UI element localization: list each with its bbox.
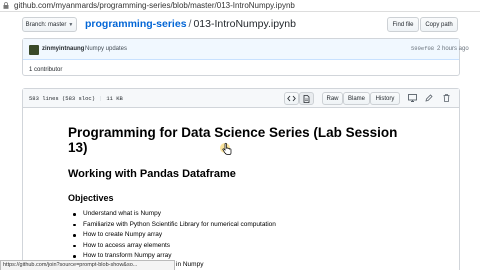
file-line-count: 583 lines (583 sloc) <box>29 95 96 102</box>
avatar[interactable] <box>29 45 39 55</box>
breadcrumb-separator: / <box>188 18 192 30</box>
raw-button[interactable]: Raw <box>322 92 343 105</box>
code-icon <box>287 95 296 102</box>
breadcrumb-file-name: 013-IntroNumpy.ipynb <box>193 18 296 30</box>
latest-commit-bar: zinmyintnaung Numpy updates 599ef08 2 ho… <box>23 39 469 60</box>
trash-icon <box>443 94 449 102</box>
commit-message-link[interactable]: Numpy updates <box>85 44 127 54</box>
notebook-render: Programming for Data Science Series (Lab… <box>23 108 459 270</box>
lock-icon <box>3 2 9 9</box>
edit-file-button[interactable] <box>424 93 434 103</box>
file-viewer: 583 lines (583 sloc) | 11 KB Raw Blame His… <box>22 88 460 270</box>
commit-info-box: zinmyintnaung Numpy updates 599ef08 2 ho… <box>22 38 469 76</box>
objectives-list: Understand what is Numpy Familiarize wit… <box>68 209 276 262</box>
delete-file-button[interactable] <box>441 93 451 103</box>
copy-path-button[interactable]: Copy path <box>420 17 458 32</box>
branch-label: Branch: master <box>25 21 67 28</box>
desktop-icon <box>407 94 417 102</box>
breadcrumb: programming-series/013-IntroNumpy.ipynb <box>85 16 296 33</box>
branch-select-button[interactable]: Branch: master ▼ <box>22 17 77 32</box>
list-item: How to create Numpy array <box>68 230 276 241</box>
hand-cursor-icon <box>220 142 232 155</box>
display-source-button[interactable] <box>284 92 299 105</box>
list-item: How to access array elements <box>68 241 276 252</box>
commit-sha-link[interactable]: 599ef08 <box>411 44 434 54</box>
history-button[interactable]: History <box>370 92 400 105</box>
commit-author-link[interactable]: zinmyintnaung <box>42 44 84 54</box>
list-item: Familiarize with Python Scientific Libra… <box>68 220 276 231</box>
list-item: Understand what is Numpy <box>68 209 276 220</box>
objectives-heading: Objectives <box>68 193 114 203</box>
contributors-link[interactable]: 1 contributor <box>29 65 62 75</box>
commit-time: 2 hours ago <box>437 46 469 52</box>
partial-list-item: in Numpy <box>176 261 204 268</box>
url-text: github.com/myanmards/programming-series/… <box>14 1 295 10</box>
chevron-down-icon: ▼ <box>68 21 74 28</box>
display-rendered-button[interactable] <box>299 92 314 105</box>
open-desktop-button[interactable] <box>407 93 417 103</box>
file-info: 583 lines (583 sloc) | 11 KB <box>29 94 123 103</box>
blame-button[interactable]: Blame <box>343 92 370 105</box>
breadcrumb-repo-link[interactable]: programming-series <box>85 18 187 30</box>
find-file-button[interactable]: Find file <box>387 17 419 32</box>
file-size: 11 KB <box>106 95 123 102</box>
document-icon <box>303 94 310 103</box>
file-header: 583 lines (583 sloc) | 11 KB Raw Blame His… <box>23 89 459 108</box>
pencil-icon <box>425 94 433 102</box>
file-info-divider: | <box>99 95 103 102</box>
notebook-subtitle: Working with Pandas Dataframe <box>68 168 236 180</box>
browser-status-bar: https://github.com/join?source=prompt-bl… <box>0 260 175 270</box>
address-bar[interactable]: github.com/myanmards/programming-series/… <box>0 0 480 12</box>
